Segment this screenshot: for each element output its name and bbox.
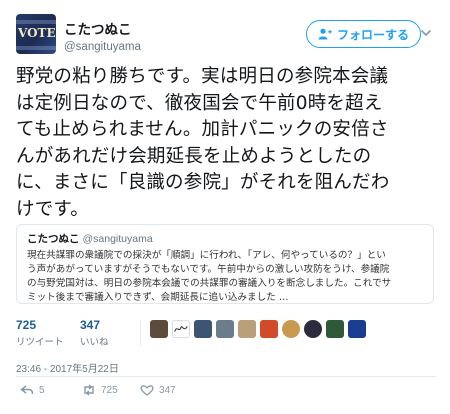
liker-avatar[interactable] [150,320,168,338]
follow-button-label: フォローする [336,27,409,42]
liker-avatar[interactable] [282,320,300,338]
liker-avatar[interactable] [304,320,322,338]
avatar[interactable]: VOTE [16,14,56,54]
chevron-down-icon[interactable] [420,28,432,38]
avatar-stripe [16,46,56,50]
quoted-line: 現在共謀罪の衆議院での採決が「順調」に行われ、「アレ、何やっているの？」とい [27,250,386,261]
like-stat[interactable]: 347 いいね [80,318,109,348]
avatar-stripe [16,20,56,24]
display-name[interactable]: こたつぬこ [64,18,141,38]
tweet-text: 野党の粘り勝ちです。実は明日の参院本会議 は定例日なので、徹夜国会で午前0時を超… [16,64,436,223]
retweet-icon [84,384,94,396]
quoted-line: う声があがっていますがそうでもないです。午前中からの激しい攻防をうけ、参議院 [27,264,390,275]
retweet-label: リツイート [16,337,64,348]
divider [16,376,436,377]
liker-avatar[interactable] [238,320,256,338]
tweet-line: けです。 [16,198,89,220]
reply-button[interactable]: 5 [20,384,45,396]
liker-avatar[interactable] [348,320,366,338]
quoted-tweet-text: 現在共謀罪の衆議院での採決が「順調」に行われ、「アレ、何やっているの？」とい う… [27,249,423,305]
add-user-icon [318,28,332,40]
tweet-header: VOTE こたつぬこ @sangituyama フォローする [16,14,440,58]
quoted-tweet[interactable]: こたつぬこ @sangituyama 現在共謀罪の衆議院での採決が「順調」に行われ… [16,224,434,304]
signature-icon [174,326,188,332]
tweet-line: に、まさに「良識の参院」がそれを阻んだわ [16,172,390,193]
like-action-count: 347 [159,384,176,396]
stats-divider [140,320,141,346]
tweet-line: は定例日なので、徹夜国会で午前0時を超え [16,92,383,114]
quoted-line: ミット後まで審議入りできず、会期延長に追い込みました … [27,292,289,303]
tweet-line: んがあれだけ会期延長を止めようとしたの [16,145,372,167]
quoted-display-name: こたつぬこ [27,233,80,245]
retweet-action-count: 725 [101,384,118,396]
follow-button[interactable]: フォローする [306,20,421,48]
quoted-handle: @sangituyama [82,233,153,245]
quoted-line: の与野党国対は、明日の参院本会議での共謀罪の審議入りを断念しました。これでサ [27,278,392,289]
liker-avatar[interactable] [216,320,234,338]
avatar-text: VOTE [18,26,56,40]
tweet-line: ても止められません。加計パニックの安倍さ [16,119,389,140]
user-info: こたつぬこ @sangituyama [64,18,141,53]
retweet-stat[interactable]: 725 リツイート [16,318,64,348]
heart-icon [140,385,154,396]
liker-avatar[interactable] [194,320,212,338]
retweet-button[interactable]: 725 [82,384,118,396]
quoted-tweet-header: こたつぬこ @sangituyama [27,231,423,246]
like-button[interactable]: 347 [140,384,176,396]
reply-icon [20,385,34,395]
retweet-count: 725 [16,318,37,332]
user-handle[interactable]: @sangituyama [64,41,141,53]
liker-avatar[interactable] [260,320,278,338]
like-count: 347 [80,318,101,332]
liker-avatar[interactable] [172,320,190,338]
tweet-stats: 725 リツイート 347 いいね [16,318,436,352]
like-label: いいね [80,337,109,348]
liker-avatars [150,320,366,338]
reply-count: 5 [39,384,45,396]
tweet-actions: 5 725 347 [16,384,436,404]
tweet-timestamp[interactable]: 23:46 - 2017年5月22日 [16,360,119,375]
liker-avatar[interactable] [326,320,344,338]
tweet-line: 野党の粘り勝ちです。実は明日の参院本会議 [16,66,389,87]
